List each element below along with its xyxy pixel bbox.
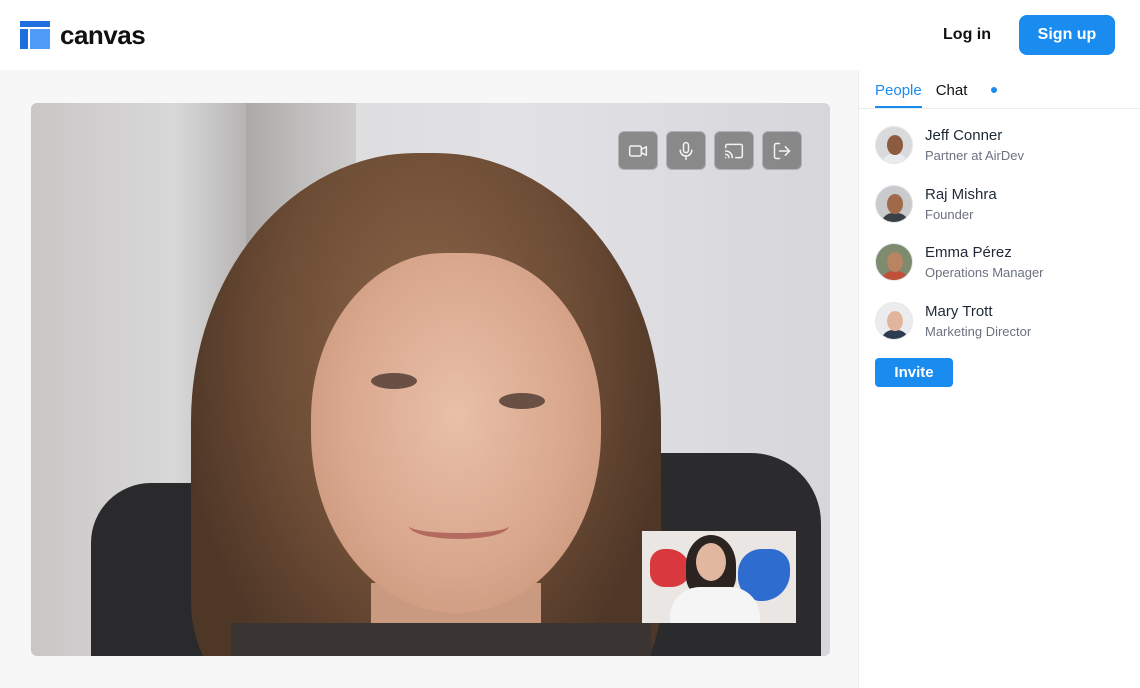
list-item[interactable]: Mary Trott Marketing Director: [875, 301, 1140, 341]
login-link[interactable]: Log in: [943, 26, 991, 44]
person-role: Marketing Director: [925, 323, 1032, 339]
person-name: Jeff Conner: [925, 127, 1003, 144]
toggle-camera-button[interactable]: [618, 131, 658, 170]
list-item[interactable]: Jeff Conner Partner at AirDev: [875, 125, 1140, 165]
auth-actions: Log in Sign up: [943, 15, 1115, 55]
canvas-logo-icon: [20, 21, 50, 49]
participants-panel: People Chat Jeff Conner Partner at AirDe…: [858, 70, 1140, 688]
avatar: [875, 126, 913, 164]
person-role: Operations Manager: [925, 265, 1044, 280]
avatar: [875, 184, 913, 223]
invite-button[interactable]: Invite: [875, 358, 953, 387]
people-list: Jeff Conner Partner at AirDev Raj Mishra…: [859, 109, 1140, 341]
leave-call-button[interactable]: [762, 131, 802, 170]
person-name: Emma Pérez: [925, 244, 1012, 261]
list-item[interactable]: Raj Mishra Founder: [875, 184, 1140, 224]
signup-button[interactable]: Sign up: [1019, 15, 1115, 55]
top-navbar: canvas Log in Sign up: [0, 0, 1140, 70]
main-video-feed: [31, 103, 830, 656]
screen-share-button[interactable]: [714, 131, 754, 170]
toggle-microphone-button[interactable]: [666, 131, 706, 170]
tab-chat-label: Chat: [935, 82, 968, 99]
tab-people[interactable]: People: [875, 82, 922, 108]
person-role: Founder: [925, 206, 974, 222]
unread-indicator: [991, 86, 998, 93]
leave-call-icon: [773, 142, 791, 159]
tab-chat[interactable]: Chat: [936, 82, 998, 108]
brand-logo[interactable]: canvas: [20, 19, 146, 51]
person-name: Raj Mishra: [925, 185, 997, 203]
avatar: [875, 243, 913, 281]
list-item[interactable]: Emma Pérez Operations Manager: [875, 242, 1140, 282]
call-controls: [618, 131, 802, 170]
video-camera-icon: [628, 144, 648, 157]
self-view-video[interactable]: [642, 531, 796, 623]
person-name: Mary Trott: [925, 302, 993, 320]
avatar: [875, 301, 913, 340]
panel-tabs: People Chat: [859, 70, 1140, 109]
person-role: Partner at AirDev: [925, 148, 1024, 163]
brand-name: canvas: [60, 19, 146, 50]
screen-cast-icon: [724, 143, 744, 158]
microphone-icon: [679, 141, 693, 160]
call-stage: [0, 70, 858, 688]
